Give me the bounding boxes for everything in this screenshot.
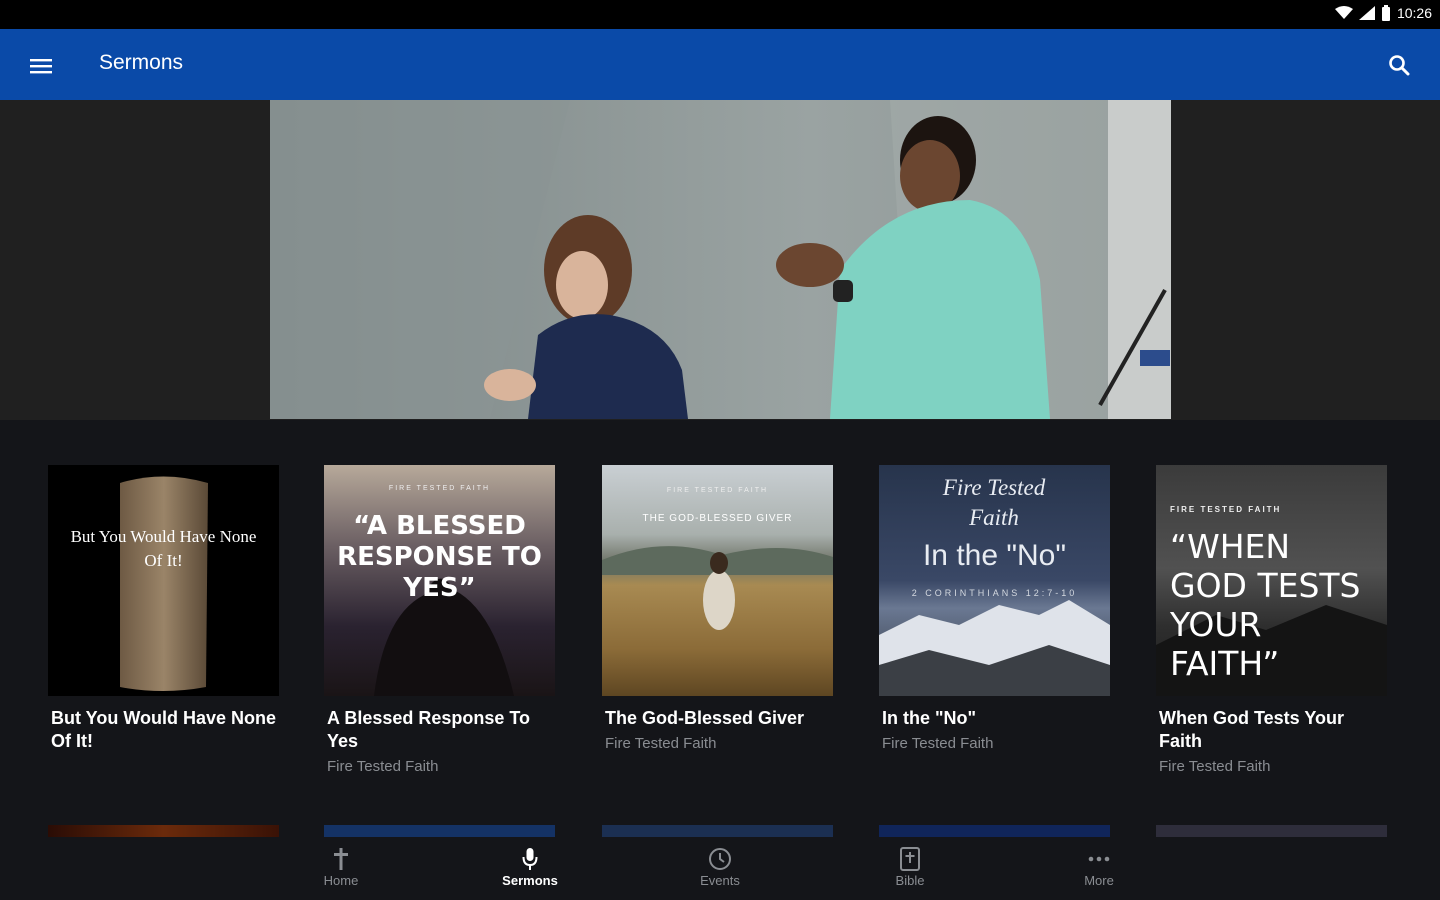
nav-more[interactable]: More bbox=[1054, 845, 1144, 888]
search-icon bbox=[1389, 55, 1410, 76]
signal-icon bbox=[1358, 6, 1375, 20]
battery-icon bbox=[1381, 5, 1390, 21]
clock-icon bbox=[709, 848, 731, 870]
status-icons: 10:26 bbox=[1334, 5, 1432, 21]
artwork-kicker: FIRE TESTED FAITH bbox=[1170, 505, 1282, 514]
status-time: 10:26 bbox=[1396, 5, 1432, 21]
sermon-series: Fire Tested Faith bbox=[1159, 758, 1271, 775]
nav-label: Home bbox=[323, 873, 359, 888]
sermon-series: Fire Tested Faith bbox=[327, 758, 439, 775]
sermon-card-partial[interactable] bbox=[324, 825, 555, 837]
sermon-card-partial[interactable] bbox=[602, 825, 833, 837]
sermon-artwork: FIRE TESTED FAITH “WHEN GOD TESTS YOUR F… bbox=[1156, 465, 1387, 696]
page-title: Sermons bbox=[99, 51, 184, 74]
artwork-text: “WHEN GOD TESTS YOUR FAITH” bbox=[1170, 527, 1361, 683]
wifi-icon bbox=[1334, 6, 1353, 19]
sermon-title: A Blessed Response To Yes bbox=[327, 708, 531, 751]
sermon-artwork: FIRE TESTED FAITH “A BLESSED RESPONSE TO… bbox=[324, 465, 555, 696]
artwork-text: In the "No" bbox=[922, 539, 1067, 572]
nav-bible[interactable]: Bible bbox=[865, 845, 955, 888]
artwork-text: THE GOD-BLESSED GIVER bbox=[642, 513, 793, 524]
sermon-title: When God Tests Your Faith bbox=[1159, 708, 1345, 751]
sermon-card-partial[interactable] bbox=[1156, 825, 1387, 837]
status-bar: 10:26 bbox=[0, 0, 1440, 29]
menu-button[interactable] bbox=[22, 47, 60, 85]
cross-icon bbox=[334, 848, 348, 870]
artwork-kicker: Fire Tested Faith bbox=[942, 475, 1046, 530]
sermon-artwork: But You Would Have None Of It! bbox=[48, 465, 279, 696]
sermon-title: But You Would Have None Of It! bbox=[51, 708, 277, 751]
nav-label: Sermons bbox=[502, 873, 558, 888]
artwork-text: But You Would Have None Of It! bbox=[70, 527, 257, 570]
app-bar: Sermons bbox=[0, 29, 1440, 100]
nav-label: More bbox=[1084, 873, 1114, 888]
sermon-title: The God-Blessed Giver bbox=[605, 708, 805, 728]
nav-sermons[interactable]: Sermons bbox=[485, 845, 575, 888]
bottom-navigation: Home Sermons Events Bible More bbox=[0, 837, 1440, 900]
microphone-icon bbox=[522, 848, 538, 870]
nav-label: Events bbox=[700, 873, 740, 888]
sermon-card-partial[interactable] bbox=[879, 825, 1110, 837]
sermon-artwork: FIRE TESTED FAITH THE GOD-BLESSED GIVER bbox=[602, 465, 833, 696]
more-dots-icon bbox=[1088, 856, 1110, 862]
sermon-card-partial[interactable] bbox=[48, 825, 279, 837]
artwork-text: “A BLESSED RESPONSE TO YES” bbox=[337, 511, 542, 603]
sermon-artwork: Fire Tested Faith In the "No" 2 CORINTHI… bbox=[879, 465, 1110, 696]
sermon-title: In the "No" bbox=[882, 708, 977, 728]
sermon-series: Fire Tested Faith bbox=[605, 735, 717, 752]
artwork-reference: 2 CORINTHIANS 12:7-10 bbox=[911, 588, 1078, 598]
nav-home[interactable]: Home bbox=[296, 845, 386, 888]
hamburger-menu-icon bbox=[30, 59, 52, 74]
sermon-series: Fire Tested Faith bbox=[882, 735, 994, 752]
artwork-kicker: FIRE TESTED FAITH bbox=[666, 487, 769, 494]
artwork-kicker: FIRE TESTED FAITH bbox=[388, 485, 491, 492]
bible-icon bbox=[900, 847, 920, 871]
search-button[interactable] bbox=[1380, 46, 1418, 84]
nav-label: Bible bbox=[895, 873, 925, 888]
nav-events[interactable]: Events bbox=[675, 845, 765, 888]
featured-video-image bbox=[270, 100, 1171, 419]
featured-sermon-video[interactable] bbox=[270, 100, 1171, 419]
